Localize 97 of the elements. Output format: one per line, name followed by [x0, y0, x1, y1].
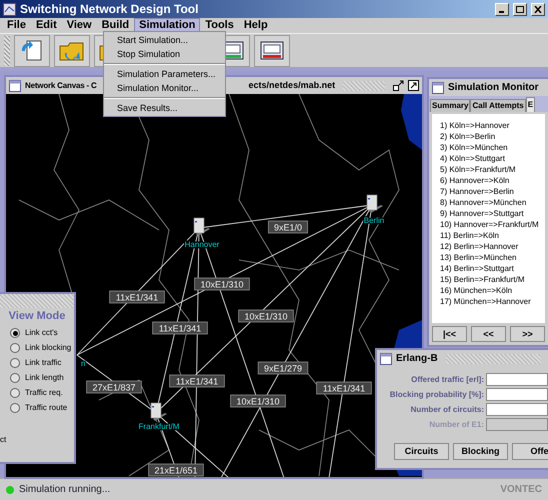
menu-entry[interactable]: Simulation Monitor...	[104, 81, 225, 95]
menu-item[interactable]: Help	[238, 18, 273, 33]
radio-button[interactable]	[10, 328, 20, 338]
field-label: Blocking probability [%]:	[390, 390, 484, 398]
link-label[interactable]: 21xE1/651	[148, 464, 204, 476]
maximize-button[interactable]	[513, 2, 527, 16]
toolbar-button[interactable]	[14, 34, 50, 66]
toolbar-button[interactable]	[254, 34, 290, 66]
panel-text: ct	[0, 436, 6, 444]
tab[interactable]: Call Attempts	[470, 99, 526, 112]
route-item[interactable]: 13) Berlin=>München	[440, 252, 545, 263]
window-icon	[432, 82, 444, 94]
menu-entry[interactable]: Save Results...	[104, 101, 225, 115]
route-item[interactable]: 17) München=>Hannover	[440, 296, 545, 307]
window-icon	[9, 80, 21, 92]
input-field[interactable]	[486, 388, 548, 401]
route-item[interactable]: 5) Köln=>Frankfurt/M	[440, 164, 545, 175]
window-title: Erlang-B	[396, 354, 438, 364]
node-label: n	[81, 359, 86, 368]
minimize-button[interactable]	[495, 2, 509, 16]
route-item[interactable]: 1) Köln=>Hannover	[440, 120, 545, 131]
grip-pattern	[343, 80, 385, 90]
action-button[interactable]: Offe	[512, 443, 548, 460]
nav-button[interactable]: <<	[471, 326, 506, 342]
menu-entry[interactable]: Simulation Parameters...	[104, 67, 225, 81]
route-item[interactable]: 8) Hannover=>München	[440, 197, 545, 208]
radio-option[interactable]: Traffic req.	[10, 387, 74, 399]
field-label: Number of circuits:	[410, 406, 484, 414]
window-icon	[380, 352, 392, 364]
window-title: Network Canvas - C	[25, 82, 97, 90]
radio-button[interactable]	[10, 403, 20, 413]
link-label[interactable]: 10xE1/310	[230, 394, 286, 408]
input-field[interactable]	[486, 373, 548, 386]
window-title: ects/netdes/mab.net	[248, 81, 336, 90]
tab[interactable]: Summary	[430, 99, 470, 112]
radio-option[interactable]: Link length	[10, 372, 74, 384]
route-item[interactable]: 2) Köln=>Berlin	[440, 131, 545, 142]
menu-item[interactable]: Build	[96, 18, 134, 33]
maximize-icon[interactable]	[408, 80, 419, 91]
route-item[interactable]: 4) Köln=>Stuttgart	[440, 153, 545, 164]
window-title: Simulation Monitor	[448, 82, 539, 92]
route-item[interactable]: 12) Berlin=>Hannover	[440, 241, 545, 252]
link-label[interactable]: 9xE1/279	[258, 362, 308, 374]
tab[interactable]: E	[526, 97, 536, 112]
route-item[interactable]: 15) Berlin=>Frankfurt/M	[440, 274, 545, 285]
link-label[interactable]: 27xE1/837	[86, 380, 142, 394]
restore-icon[interactable]	[393, 80, 404, 91]
route-item[interactable]: 11) Berlin=>Köln	[440, 230, 545, 241]
server-icon[interactable]	[366, 194, 383, 213]
nav-button[interactable]: >>	[510, 326, 545, 342]
menu-entry[interactable]: Start Simulation...	[104, 33, 225, 47]
route-item[interactable]: 16) München=>Köln	[440, 285, 545, 296]
radio-button[interactable]	[10, 373, 20, 383]
route-item[interactable]: 6) Hannover=>Köln	[440, 175, 545, 186]
link-label[interactable]: 11xE1/341	[152, 322, 208, 334]
radio-option[interactable]: Traffic route	[10, 402, 74, 414]
server-icon[interactable]	[150, 402, 167, 421]
radio-option[interactable]: Link blocking	[10, 342, 74, 354]
close-button[interactable]	[531, 2, 545, 16]
status-text: Simulation running...	[19, 484, 110, 494]
route-item[interactable]: 3) Köln=>München	[440, 142, 545, 153]
route-item[interactable]: 9) Hannover=>Stuttgart	[440, 208, 545, 219]
link-label[interactable]: 10xE1/310	[194, 278, 250, 290]
app-icon	[3, 2, 16, 16]
link-label[interactable]: 9xE1/0	[268, 220, 308, 234]
menu-item[interactable]: Tools	[200, 18, 239, 33]
brand-text: VONTEC	[500, 484, 542, 494]
maximize-icon	[516, 6, 524, 12]
link-label[interactable]: 11xE1/341	[109, 290, 165, 304]
menu-entry[interactable]: Stop Simulation	[104, 47, 225, 61]
radio-button[interactable]	[10, 388, 20, 398]
close-icon	[534, 6, 542, 12]
timer-display-icon	[259, 38, 285, 62]
nav-button[interactable]: |<<	[432, 326, 467, 342]
link-label[interactable]: 10xE1/310	[238, 310, 294, 322]
radio-button[interactable]	[10, 358, 20, 368]
route-item[interactable]: 10) Hannover=>Frankfurt/M	[440, 219, 545, 230]
action-button[interactable]: Blocking	[453, 443, 508, 460]
menu-item[interactable]: View	[62, 18, 97, 33]
field-label: Offered traffic [erl]:	[411, 376, 484, 384]
input-field[interactable]	[486, 403, 548, 416]
menu-item[interactable]: Edit	[30, 18, 62, 33]
radio-button[interactable]	[10, 343, 20, 353]
radio-option[interactable]: Link traffic	[10, 357, 74, 369]
field-label: Number of E1:	[429, 420, 484, 428]
link-label[interactable]: 11xE1/341	[169, 374, 225, 388]
window-title: Switching Network Design Tool	[20, 3, 198, 15]
toolbar-grip	[4, 36, 10, 66]
menu-item[interactable]: File	[2, 18, 31, 33]
sea-area	[401, 94, 422, 150]
panel-title: View Mode	[8, 311, 66, 322]
route-item[interactable]: 7) Hannover=>Berlin	[440, 186, 545, 197]
server-icon[interactable]	[194, 218, 210, 236]
link-label[interactable]: 11xE1/341	[316, 382, 372, 394]
route-item[interactable]: 14) Berlin=>Stuttgart	[440, 263, 545, 274]
radio-option[interactable]: Link cct's	[10, 327, 74, 339]
action-button[interactable]: Circuits	[394, 443, 449, 460]
